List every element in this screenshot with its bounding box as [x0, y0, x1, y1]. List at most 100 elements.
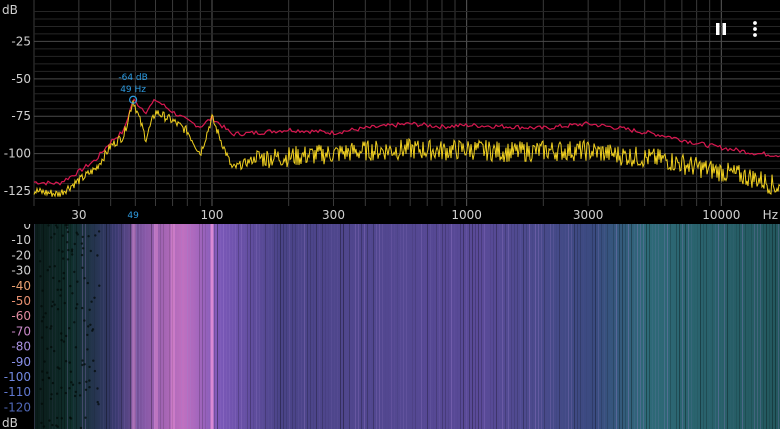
spectrogram-streak: [613, 224, 614, 429]
spectrogram-streak: [229, 224, 230, 429]
spectrogram-streak: [163, 224, 164, 429]
spectrogram-streak: [535, 224, 536, 429]
spectrogram-streak: [622, 224, 623, 429]
spectrogram-streak: [499, 224, 500, 429]
spectrogram-streak: [577, 224, 578, 429]
spectrogram-streak: [100, 224, 101, 429]
noise-dot: [96, 387, 99, 390]
noise-dot: [75, 307, 78, 310]
spectrogram-streak: [274, 224, 275, 429]
spectrogram-streak: [358, 224, 359, 429]
noise-dot: [81, 359, 84, 362]
harmonic-line: [131, 224, 136, 429]
spectrogram-streak: [448, 224, 449, 429]
spectrogram-streak: [736, 224, 737, 429]
spectrogram-scale-label: -30: [11, 264, 31, 278]
noise-dot: [76, 280, 79, 283]
noise-dot: [39, 387, 42, 391]
spectrogram-streak: [223, 224, 224, 429]
spectrogram-streak: [517, 224, 518, 429]
spectrum-plot[interactable]: dB -25 -50 -75 -100 -125 30 100 300 1000 3000 10000…: [0, 0, 780, 224]
spectrogram-streak: [571, 224, 572, 429]
spectrogram-streak: [283, 224, 284, 429]
noise-dot: [53, 265, 56, 268]
spectrogram-streak: [607, 224, 608, 429]
spectrogram-streak: [418, 224, 419, 429]
spectrogram-streak: [145, 224, 146, 429]
spectrogram-streak: [574, 224, 575, 429]
noise-dot: [87, 325, 90, 328]
noise-dot: [64, 224, 67, 227]
spectrogram-streak: [520, 224, 521, 429]
noise-dot: [93, 296, 96, 299]
noise-dot: [81, 235, 84, 239]
noise-dot: [40, 320, 44, 323]
noise-dot: [90, 300, 93, 303]
spectrogram-streak: [385, 224, 386, 429]
spectrogram-streak: [697, 224, 698, 429]
spectrum-analyzer-app: dB -25 -50 -75 -100 -125 30 100 300 1000 3000 10000…: [0, 0, 780, 429]
noise-dot: [56, 308, 60, 311]
noise-dot: [49, 397, 53, 400]
spectrogram-streak: [730, 224, 731, 429]
noise-dot: [56, 425, 59, 428]
spectrogram-streak: [505, 224, 506, 429]
noise-dot: [91, 328, 95, 331]
spectrogram-streak: [403, 224, 404, 429]
spectrogram-streak: [748, 224, 749, 429]
pause-button[interactable]: [710, 18, 732, 40]
spectrogram-streak: [451, 224, 452, 429]
spectrogram-streak: [700, 224, 701, 429]
spectrogram-streak: [181, 224, 182, 429]
spectrogram-streak: [220, 224, 221, 429]
spectrogram-streak: [706, 224, 707, 429]
spectrogram-streak: [202, 224, 203, 429]
spectrogram-streak: [640, 224, 641, 429]
noise-dot: [51, 300, 55, 303]
noise-dot: [49, 327, 52, 330]
noise-dot: [89, 249, 93, 253]
spectrogram-streak: [91, 224, 92, 429]
spectrogram-streak: [556, 224, 557, 429]
spectrogram-streak: [112, 224, 113, 429]
spectrogram-streak: [724, 224, 725, 429]
noise-dot: [39, 275, 42, 278]
noise-dot: [86, 333, 89, 337]
spectrogram-scale-label: 0: [23, 224, 31, 232]
spectrogram-streak: [721, 224, 722, 429]
spectrogram-scale-label: -50: [11, 294, 31, 308]
spectrogram-streak: [436, 224, 437, 429]
noise-dot: [56, 288, 59, 291]
more-menu-button[interactable]: [744, 18, 766, 40]
x-tick-label: 1000: [451, 208, 482, 222]
spectrogram-streak: [712, 224, 713, 429]
spectrogram-streak: [307, 224, 308, 429]
noise-dot: [85, 380, 88, 383]
x-tick-label: 10000: [702, 208, 740, 222]
noise-dot: [84, 416, 87, 419]
noise-dot: [83, 363, 86, 366]
noise-dot: [71, 383, 75, 386]
spectrogram-streak: [217, 224, 218, 429]
spectrogram-streak: [397, 224, 398, 429]
spectrogram-streak: [205, 224, 206, 429]
spectrogram-streak: [301, 224, 302, 429]
spectrogram-streak: [427, 224, 428, 429]
spectrogram-streak: [43, 224, 44, 429]
noise-dot: [88, 386, 91, 389]
noise-dot: [65, 226, 69, 229]
spectrogram-streak: [340, 224, 341, 429]
spectrogram-scale-label: -100: [4, 370, 31, 384]
spectrogram-streak: [238, 224, 239, 429]
spectrogram-streak: [178, 224, 179, 429]
spectrogram-plot[interactable]: 0-10-20 -30-40-50-60-70 -80-90-100-110-120…: [0, 224, 780, 429]
spectrogram-streak: [568, 224, 569, 429]
spectrogram-streak: [277, 224, 278, 429]
spectrogram-streak: [457, 224, 458, 429]
noise-dot: [98, 284, 101, 287]
spectrogram-streak: [34, 224, 35, 429]
spectrogram-streak: [589, 224, 590, 429]
spectrogram-streak: [352, 224, 353, 429]
spectrogram-streak: [235, 224, 236, 429]
noise-dot: [87, 235, 90, 238]
